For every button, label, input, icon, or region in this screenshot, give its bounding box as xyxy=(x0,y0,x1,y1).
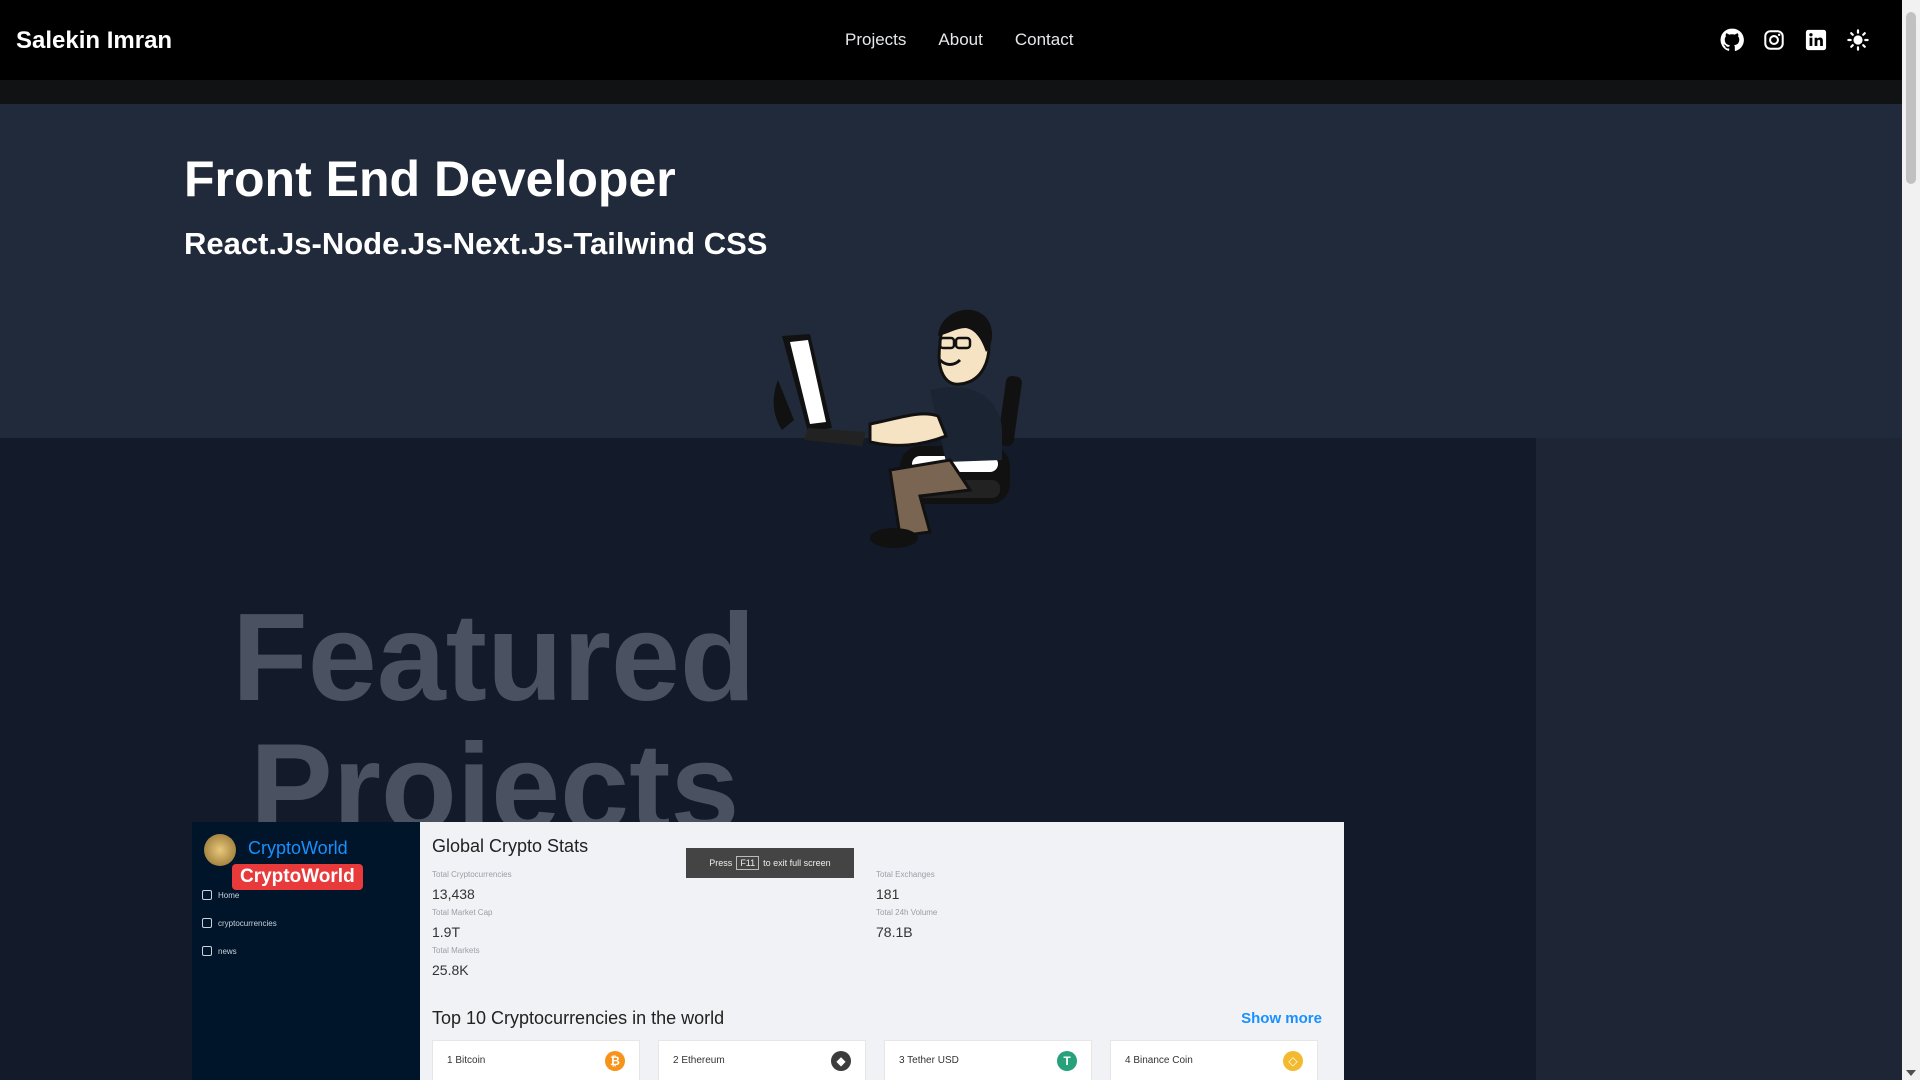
coin-name: 3 Tether USD xyxy=(899,1055,959,1066)
top-navbar: Salekin Imran Projects About Contact xyxy=(0,0,1902,80)
show-more-link[interactable]: Show more xyxy=(1241,1010,1322,1027)
sidebar-item-label: news xyxy=(218,946,237,956)
top10-title: Top 10 Cryptocurrencies in the world xyxy=(432,1008,725,1028)
preview-sidebar: CryptoWorld CryptoWorld Home cryptocurre… xyxy=(192,822,420,1080)
instagram-icon[interactable] xyxy=(1760,26,1788,54)
page-scrollbar[interactable] xyxy=(1902,0,1920,1080)
sun-icon[interactable] xyxy=(1844,26,1872,54)
stat-value: 25.8K xyxy=(432,962,469,978)
bitcoin-icon: ₿ xyxy=(605,1051,625,1071)
fullscreen-hint-key: F11 xyxy=(736,856,760,870)
nav-link-contact[interactable]: Contact xyxy=(1015,30,1074,50)
github-icon[interactable] xyxy=(1718,26,1746,54)
sidebar-item-label: cryptocurrencies xyxy=(218,918,277,928)
home-icon xyxy=(202,890,212,900)
stat-value: 1.9T xyxy=(432,924,461,940)
scroll-down-arrow-icon[interactable] xyxy=(1906,1070,1916,1076)
stat-label: Total Exchanges xyxy=(876,870,935,879)
fullscreen-hint-after: to exit full screen xyxy=(763,858,831,868)
ethereum-icon: ◆ xyxy=(831,1051,851,1071)
coin-card[interactable]: 3 Tether USD T xyxy=(884,1040,1092,1080)
preview-app-name: CryptoWorld xyxy=(248,838,348,858)
binance-coin-icon: ◇ xyxy=(1283,1051,1303,1071)
stat-label: Total Market Cap xyxy=(432,908,493,917)
fullscreen-hint-before: Press xyxy=(709,858,733,868)
nav-divider-strip xyxy=(0,80,1902,104)
fullscreen-hint: Press F11 to exit full screen xyxy=(686,848,854,878)
hero-title: Front End Developer xyxy=(184,151,676,207)
coin-name: 1 Bitcoin xyxy=(447,1055,486,1066)
linkedin-icon[interactable] xyxy=(1802,26,1830,54)
coin-card[interactable]: 2 Ethereum ◆ xyxy=(658,1040,866,1080)
stat-label: Total Markets xyxy=(432,946,480,955)
nav-link-about[interactable]: About xyxy=(938,30,982,50)
hero-subtitle: React.Js-Node.Js-Next.Js-Tailwind CSS xyxy=(184,226,768,261)
project-title-badge: CryptoWorld xyxy=(232,864,363,890)
preview-main: Global Crypto Stats Press F11 to exit fu… xyxy=(420,822,1344,1080)
developer-illustration xyxy=(773,309,1022,548)
featured-heading-line1: Featured xyxy=(232,589,756,727)
cryptoworld-logo xyxy=(204,834,236,866)
brand-name[interactable]: Salekin Imran xyxy=(16,27,172,55)
sidebar-item-label: Home xyxy=(218,890,240,900)
nav-links: Projects About Contact xyxy=(845,30,1073,50)
stat-label: Total 24h Volume xyxy=(876,908,938,917)
scrollbar-thumb[interactable] xyxy=(1906,12,1916,184)
coin-card[interactable]: 1 Bitcoin ₿ xyxy=(432,1040,640,1080)
coin-name: 2 Ethereum xyxy=(673,1055,725,1066)
stat-label: Total Cryptocurrencies xyxy=(432,870,512,879)
stat-value: 181 xyxy=(876,886,900,902)
fund-icon xyxy=(202,918,212,928)
social-icons xyxy=(1718,26,1872,54)
preview-sidebar-item-cryptocurrencies: cryptocurrencies xyxy=(202,918,277,928)
stats-title: Global Crypto Stats xyxy=(432,836,589,856)
nav-link-projects[interactable]: Projects xyxy=(845,30,906,50)
preview-sidebar-item-home: Home xyxy=(202,890,239,900)
project-preview-cryptoworld[interactable]: CryptoWorld CryptoWorld Home cryptocurre… xyxy=(192,822,1344,1080)
coin-name: 4 Binance Coin xyxy=(1125,1055,1193,1066)
stat-value: 78.1B xyxy=(876,924,913,940)
tether-icon: T xyxy=(1057,1051,1077,1071)
stat-value: 13,438 xyxy=(432,886,475,902)
preview-sidebar-item-news: news xyxy=(202,946,237,956)
coin-card[interactable]: 4 Binance Coin ◇ xyxy=(1110,1040,1318,1080)
bulb-icon xyxy=(202,946,212,956)
